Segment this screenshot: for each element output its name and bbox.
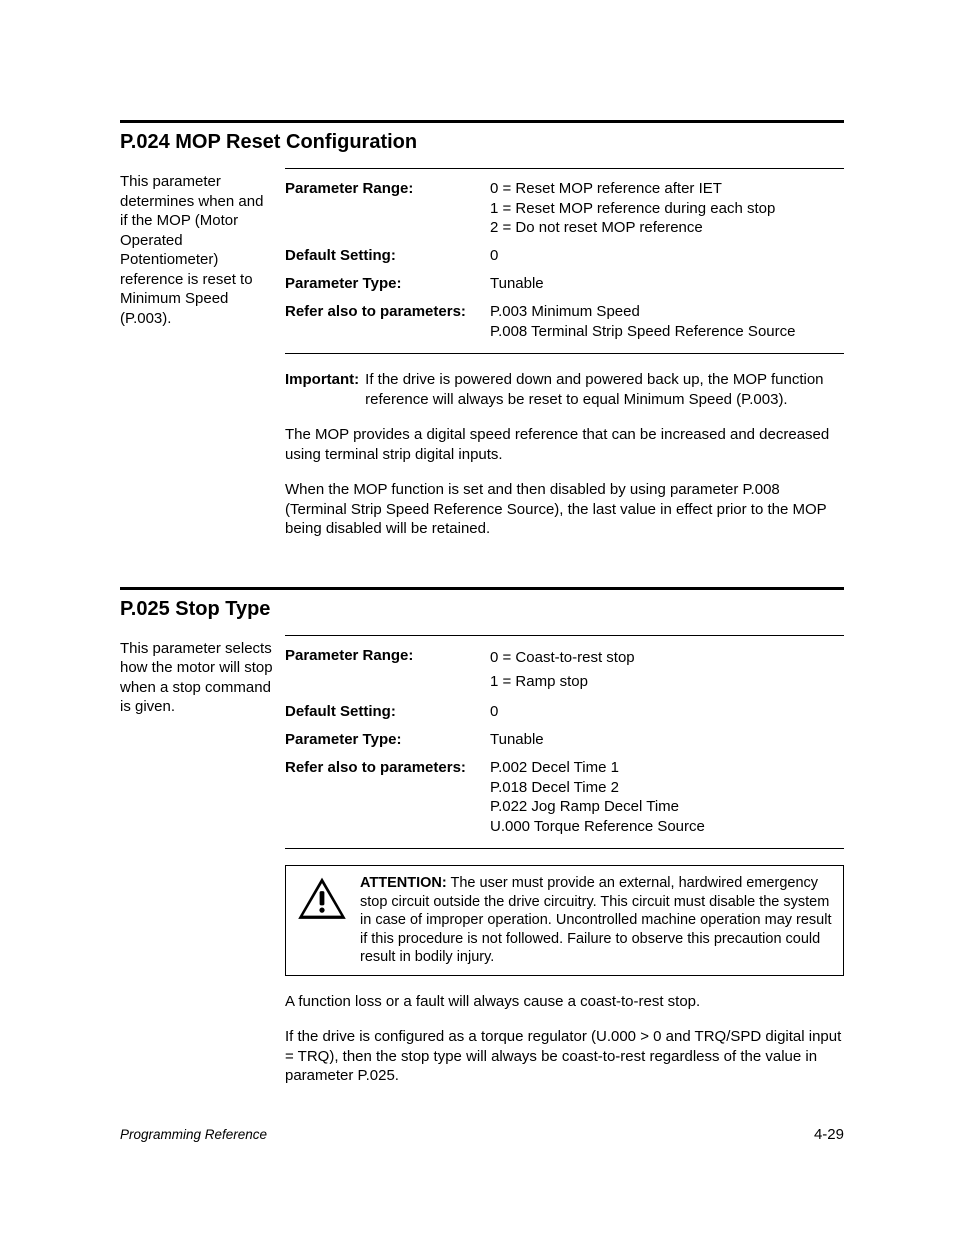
important-text: If the drive is powered down and powered… xyxy=(365,370,844,409)
param-label: Parameter Range: xyxy=(285,179,490,238)
param-value: Tunable xyxy=(490,274,844,294)
param-row: Parameter Range: 0 = Coast-to-rest stop … xyxy=(285,642,844,698)
important-label: Important: xyxy=(285,370,359,409)
page-footer: Programming Reference 4-29 xyxy=(120,1125,844,1145)
param-row: Default Setting: 0 xyxy=(285,242,844,270)
page-number: 4-29 xyxy=(814,1125,844,1145)
param-label: Parameter Type: xyxy=(285,274,490,294)
param-label: Refer also to parameters: xyxy=(285,758,490,836)
param-row: Default Setting: 0 xyxy=(285,698,844,726)
section-title-p025: P.025 Stop Type xyxy=(120,587,844,623)
right-column-p024: Parameter Range: 0 = Reset MOP reference… xyxy=(285,168,844,555)
param-label: Parameter Range: xyxy=(285,646,490,694)
page: P.024 MOP Reset Configuration This param… xyxy=(0,0,954,1235)
param-row: Refer also to parameters: P.002 Decel Ti… xyxy=(285,754,844,840)
body-paragraph: A function loss or a fault will always c… xyxy=(285,992,844,1012)
param-value: 0 xyxy=(490,246,844,266)
param-row: Parameter Range: 0 = Reset MOP reference… xyxy=(285,175,844,242)
footer-left: Programming Reference xyxy=(120,1126,267,1144)
side-note-p025: This parameter selects how the motor wil… xyxy=(120,635,275,717)
right-column-p025: Parameter Range: 0 = Coast-to-rest stop … xyxy=(285,635,844,1102)
important-note: Important: If the drive is powered down … xyxy=(285,370,844,409)
param-table-p024: Parameter Range: 0 = Reset MOP reference… xyxy=(285,168,844,354)
param-value: 0 = Coast-to-rest stop 1 = Ramp stop xyxy=(490,646,844,694)
attention-box: ATTENTION: The user must provide an exte… xyxy=(285,865,844,976)
side-note-p024: This parameter determines when and if th… xyxy=(120,168,275,328)
param-row: Parameter Type: Tunable xyxy=(285,270,844,298)
param-row: Refer also to parameters: P.003 Minimum … xyxy=(285,298,844,345)
section-title-p024: P.024 MOP Reset Configuration xyxy=(120,120,844,156)
body-paragraph: When the MOP function is set and then di… xyxy=(285,480,844,539)
section-block-p025: This parameter selects how the motor wil… xyxy=(120,635,844,1102)
param-label: Default Setting: xyxy=(285,246,490,266)
param-row: Parameter Type: Tunable xyxy=(285,726,844,754)
param-value: 0 = Reset MOP reference after IET 1 = Re… xyxy=(490,179,844,238)
param-label: Refer also to parameters: xyxy=(285,302,490,341)
param-value: P.003 Minimum Speed P.008 Terminal Strip… xyxy=(490,302,844,341)
section-block-p024: This parameter determines when and if th… xyxy=(120,168,844,555)
attention-text: ATTENTION: The user must provide an exte… xyxy=(360,874,833,967)
param-value: Tunable xyxy=(490,730,844,750)
body-paragraph: The MOP provides a digital speed referen… xyxy=(285,425,844,464)
attention-label: ATTENTION: xyxy=(360,875,447,891)
param-value: 0 xyxy=(490,702,844,722)
param-label: Default Setting: xyxy=(285,702,490,722)
warning-icon xyxy=(296,874,348,924)
param-table-p025: Parameter Range: 0 = Coast-to-rest stop … xyxy=(285,635,844,850)
param-value: P.002 Decel Time 1 P.018 Decel Time 2 P.… xyxy=(490,758,844,836)
body-paragraph: If the drive is configured as a torque r… xyxy=(285,1027,844,1086)
param-label: Parameter Type: xyxy=(285,730,490,750)
